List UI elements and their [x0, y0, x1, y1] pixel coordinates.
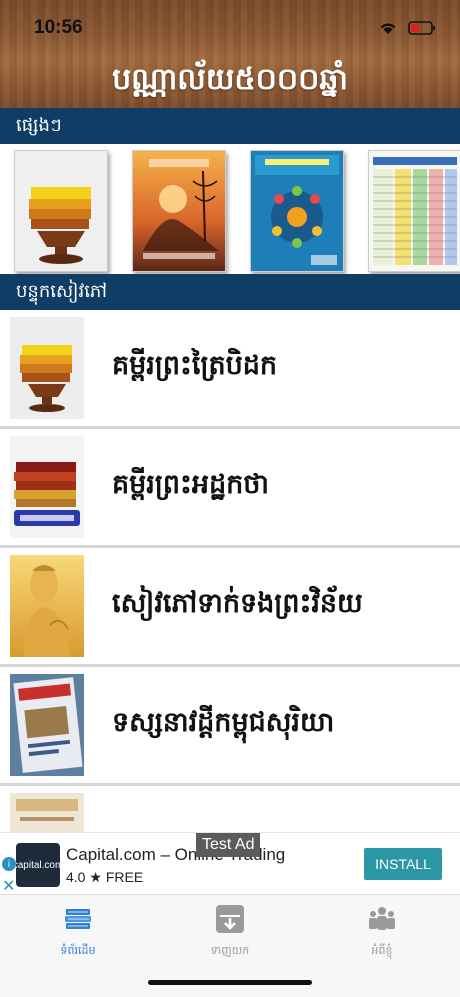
list-item[interactable]: ទស្សនាវដ្ដីកម្ពុជសុរិយា [0, 667, 460, 786]
wifi-icon [380, 23, 396, 34]
tab-home-label: ទំព័រដើម [60, 944, 96, 957]
list-item-title: សៀវភៅទាក់ទងព្រះវិន័យ [112, 587, 363, 619]
battery-icon [408, 21, 435, 35]
tab-download-label: ទាញយក [210, 944, 250, 957]
tab-about-label: អំពីខ្ញុំ [371, 944, 393, 957]
ad-info-icon[interactable]: i [2, 857, 16, 871]
ad-rating: 4.0 [66, 869, 86, 885]
home-indicator [148, 980, 312, 985]
tab-about[interactable]: អំពីខ្ញុំ [337, 903, 427, 960]
list-item-title: គម្ពីរព្រះអដ្ឋកថា [112, 468, 270, 500]
section-header-misc: ផ្សេងៗ [0, 108, 460, 144]
people-icon [369, 907, 395, 930]
download-icon [216, 905, 244, 933]
featured-book-strip [0, 144, 460, 274]
featured-book-3[interactable] [250, 150, 344, 272]
sunset-buddha-cover [133, 151, 225, 271]
calendar-table-cover [369, 151, 460, 271]
featured-book-2[interactable] [132, 150, 226, 272]
ad-close-icon[interactable]: ✕ [2, 876, 15, 896]
status-time: 10:56 [34, 17, 83, 38]
ad-logo[interactable]: capital.com [13, 843, 63, 887]
list-item[interactable]: គម្ពីរព្រះអដ្ឋកថា [0, 429, 460, 548]
app-header: 10:56 បណ្ណាល័យ៥០០០ឆ្នាំ [0, 0, 460, 108]
list-item-title: ទស្សនាវដ្ដីកម្ពុជសុរិយា [112, 706, 335, 738]
atthakatha-books-icon [10, 436, 84, 538]
list-item[interactable]: សៀវភៅទាក់ទងព្រះវិន័យ [0, 548, 460, 667]
books-icon [65, 909, 91, 929]
star-icon: ★ [89, 869, 106, 885]
tab-home[interactable]: ទំព័រដើម [33, 903, 123, 960]
featured-book-4[interactable] [368, 150, 460, 272]
ad-rating-row: 4.0 ★ FREE [66, 869, 143, 886]
buddha-statue-icon [10, 555, 84, 657]
featured-book-1[interactable] [14, 150, 108, 272]
stacked-books-icon [15, 151, 107, 271]
list-item[interactable]: គម្ពីរព្រះត្រៃបិដក [0, 310, 460, 429]
stacked-books-icon [10, 317, 84, 419]
list-item-title: គម្ពីរព្រះត្រៃបិដក [112, 349, 278, 381]
section-header-books: បន្ទុកសៀវភៅ [0, 274, 460, 310]
tab-download[interactable]: ទាញយក [185, 903, 275, 960]
blue-zodiac-cover [251, 151, 343, 271]
magazine-icon [10, 674, 84, 776]
test-ad-label: Test Ad [196, 833, 261, 857]
status-bar: 10:56 [34, 14, 436, 42]
ad-install-button[interactable]: INSTALL [364, 848, 442, 880]
ad-price: FREE [105, 869, 144, 885]
app-title: បណ្ណាល័យ៥០០០ឆ្នាំ [112, 62, 348, 97]
